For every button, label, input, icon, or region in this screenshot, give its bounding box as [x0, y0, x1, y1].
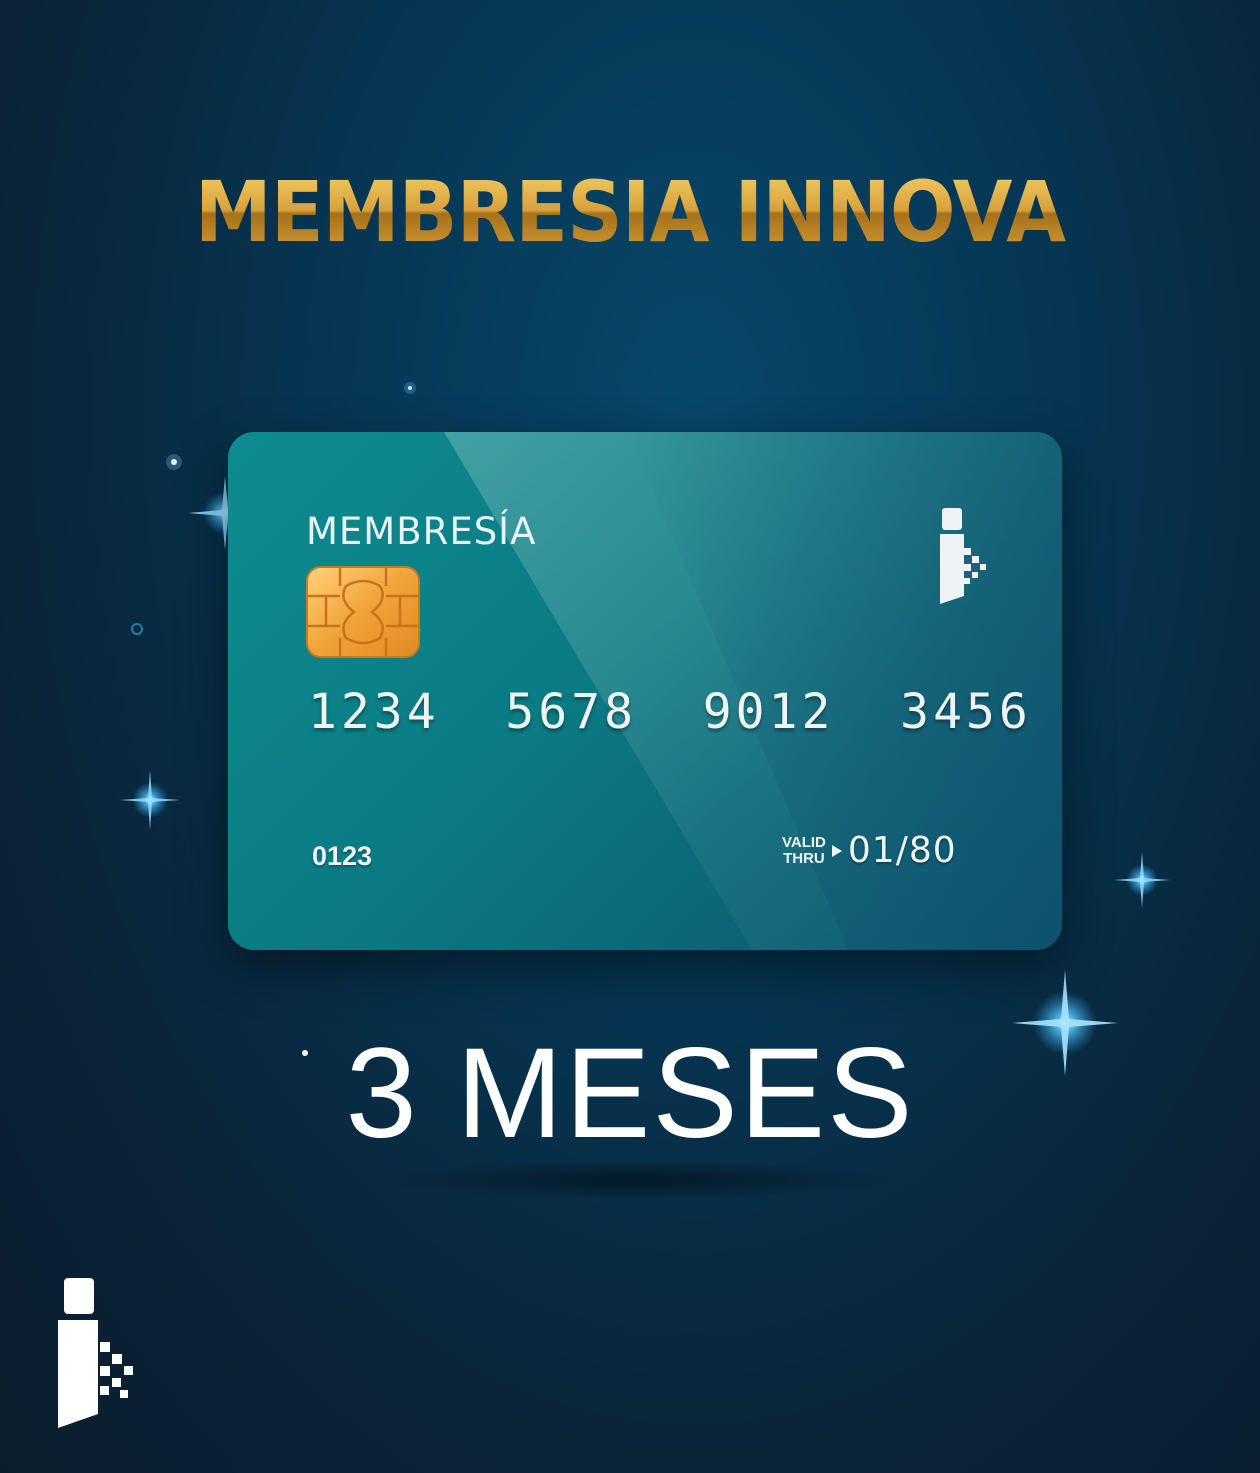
valid-label-line2: THRU	[783, 849, 825, 867]
arrow-right-icon	[831, 844, 842, 857]
card-label: MEMBRESÍA	[306, 510, 537, 553]
membership-card: MEMBRESÍA 1234 5678 9012 3456 0123 VALID…	[228, 432, 1062, 950]
card-number: 1234 5678 9012 3456	[308, 684, 1032, 740]
emv-chip-icon	[306, 566, 420, 658]
card-code: 0123	[312, 841, 373, 871]
valid-thru: VALID THRU 01/80	[782, 830, 957, 871]
sparkle-icon	[158, 446, 190, 478]
valid-date: 01/80	[847, 830, 957, 871]
innova-logo-icon	[934, 508, 990, 606]
valid-thru-label: VALID THRU	[782, 833, 826, 867]
headline-title: MEMBRESIA INNOVA	[50, 170, 1209, 254]
duration-title: 3 MESES	[345, 1022, 915, 1165]
sparkle-icon	[1104, 842, 1180, 918]
sparkle-icon	[394, 372, 426, 404]
innova-logo-icon	[56, 1276, 138, 1430]
duration-shadow	[380, 1160, 900, 1200]
sparkle-icon	[110, 760, 190, 840]
valid-label-line1: VALID	[782, 833, 826, 851]
sparkle-icon	[124, 616, 150, 642]
